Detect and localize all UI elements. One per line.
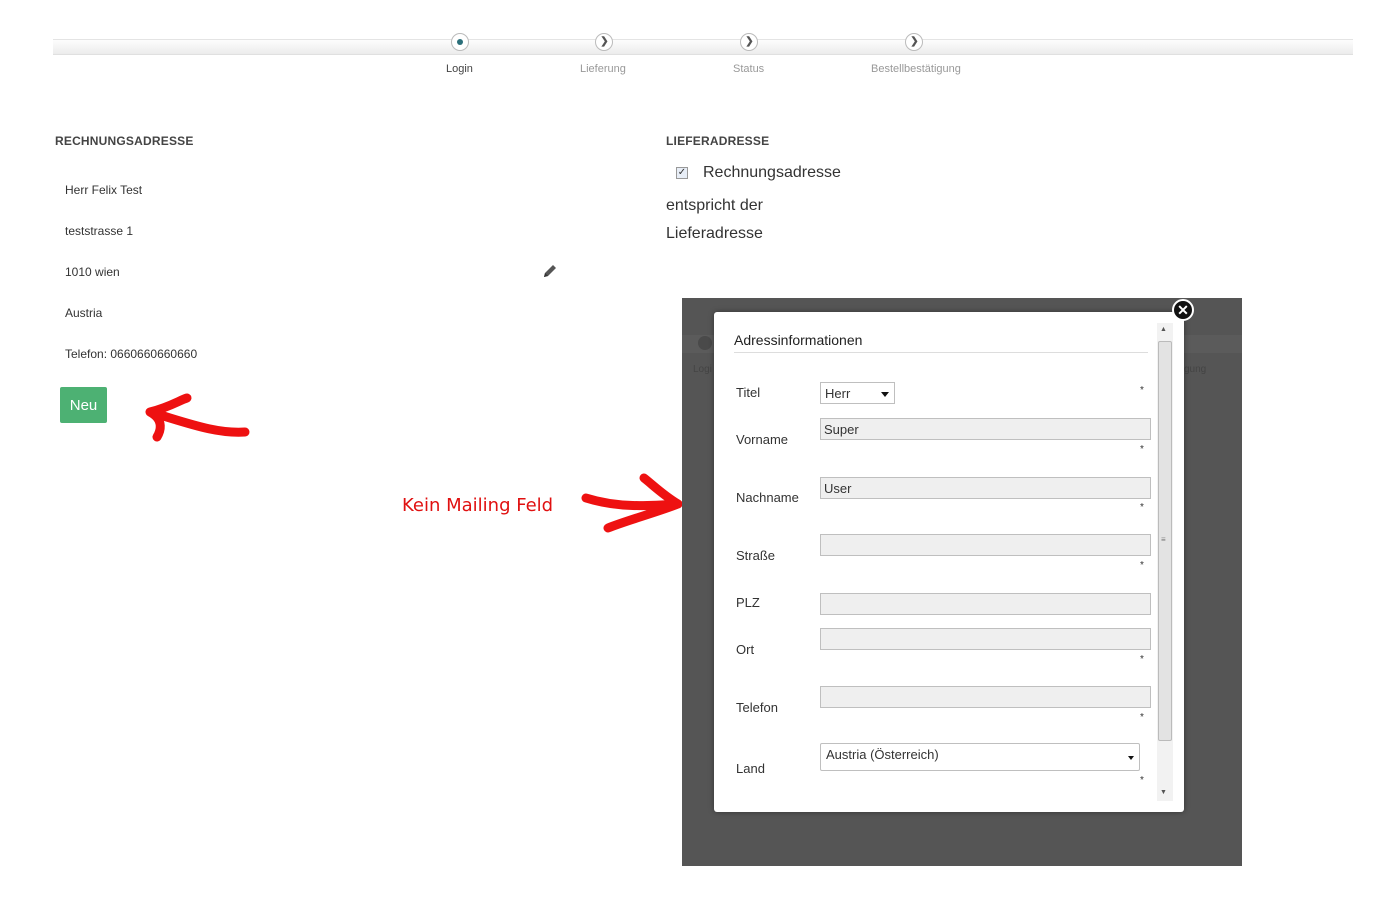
background-login-ghost: Logi: [693, 364, 712, 375]
step-status-indicator: ❯: [740, 33, 758, 51]
titel-select[interactable]: Herr: [820, 382, 895, 404]
strasse-label: Straße: [736, 548, 776, 563]
required-marker: *: [1140, 560, 1144, 571]
background-step-ghost: [698, 336, 712, 350]
billing-country: Austria: [65, 306, 103, 320]
billing-phone: Telefon: 0660660660660: [65, 347, 198, 361]
step-label-lieferung: Lieferung: [580, 63, 626, 75]
required-marker: *: [1140, 502, 1144, 513]
same-address-text-line1: entspricht der: [666, 197, 763, 214]
same-address-label: Rechnungsadresse: [703, 164, 841, 181]
nachname-label: Nachname: [736, 490, 799, 505]
dialog-title: Adressinformationen: [734, 332, 863, 348]
step-bestellbestaetigung-indicator: ❯: [905, 33, 923, 51]
step-label-status: Status: [733, 63, 765, 75]
telefon-label: Telefon: [736, 700, 778, 715]
same-address-checkbox[interactable]: ✓: [676, 167, 688, 179]
telefon-input[interactable]: [820, 686, 1151, 708]
required-marker: *: [1140, 654, 1144, 665]
billing-street: teststrasse 1: [65, 224, 134, 238]
active-dot-icon: [457, 39, 463, 45]
land-label: Land: [736, 761, 765, 776]
strasse-input[interactable]: [820, 534, 1151, 556]
annotation-arrow-left: [145, 393, 250, 442]
step-lieferung-indicator: ❯: [595, 33, 613, 51]
titel-select-value: Herr: [825, 386, 851, 401]
nachname-input[interactable]: [820, 477, 1151, 499]
caret-down-icon: [881, 392, 889, 397]
background-last-step-ghost: gung: [1184, 364, 1207, 375]
annotation-label: Kein Mailing Feld: [402, 495, 554, 516]
ort-input[interactable]: [820, 628, 1151, 650]
scroll-grip-icon: ≡: [1161, 535, 1166, 544]
billing-city: 1010 wien: [65, 265, 120, 279]
shipping-heading: LIEFERADRESSE: [666, 134, 770, 148]
titel-label: Titel: [736, 385, 761, 400]
scroll-down-icon[interactable]: ▼: [1160, 789, 1167, 796]
required-marker: *: [1140, 712, 1144, 723]
chevron-right-icon: ❯: [745, 36, 754, 47]
required-marker: *: [1140, 775, 1144, 786]
required-marker: *: [1140, 385, 1144, 396]
step-label-login: Login: [446, 63, 473, 75]
plz-label: PLZ: [736, 595, 760, 610]
billing-heading: RECHNUNGSADRESSE: [55, 134, 194, 148]
scroll-up-icon[interactable]: ▲: [1160, 326, 1167, 333]
chevron-right-icon: ❯: [910, 36, 919, 47]
annotation-arrow-right: [581, 473, 683, 533]
ort-label: Ort: [736, 642, 755, 657]
billing-name: Herr Felix Test: [65, 183, 143, 197]
same-address-text-line2: Lieferadresse: [666, 225, 763, 242]
pencil-icon[interactable]: [542, 263, 558, 279]
required-marker: *: [1140, 444, 1144, 455]
land-select[interactable]: Austria (Österreich): [820, 743, 1140, 771]
land-select-value: Austria (Österreich): [826, 747, 939, 762]
plz-input[interactable]: [820, 593, 1151, 615]
caret-down-icon: [1128, 756, 1134, 760]
vorname-input[interactable]: [820, 418, 1151, 440]
address-dialog: [714, 312, 1184, 812]
progress-track: [53, 39, 1353, 55]
close-icon[interactable]: ✕: [1172, 299, 1194, 321]
vorname-label: Vorname: [736, 432, 789, 447]
step-label-bestellbestaetigung: Bestellbestätigung: [871, 63, 961, 75]
chevron-right-icon: ❯: [600, 36, 609, 47]
step-login-indicator: [451, 33, 469, 51]
new-address-button[interactable]: Neu: [60, 387, 107, 423]
dialog-divider: [734, 352, 1148, 353]
